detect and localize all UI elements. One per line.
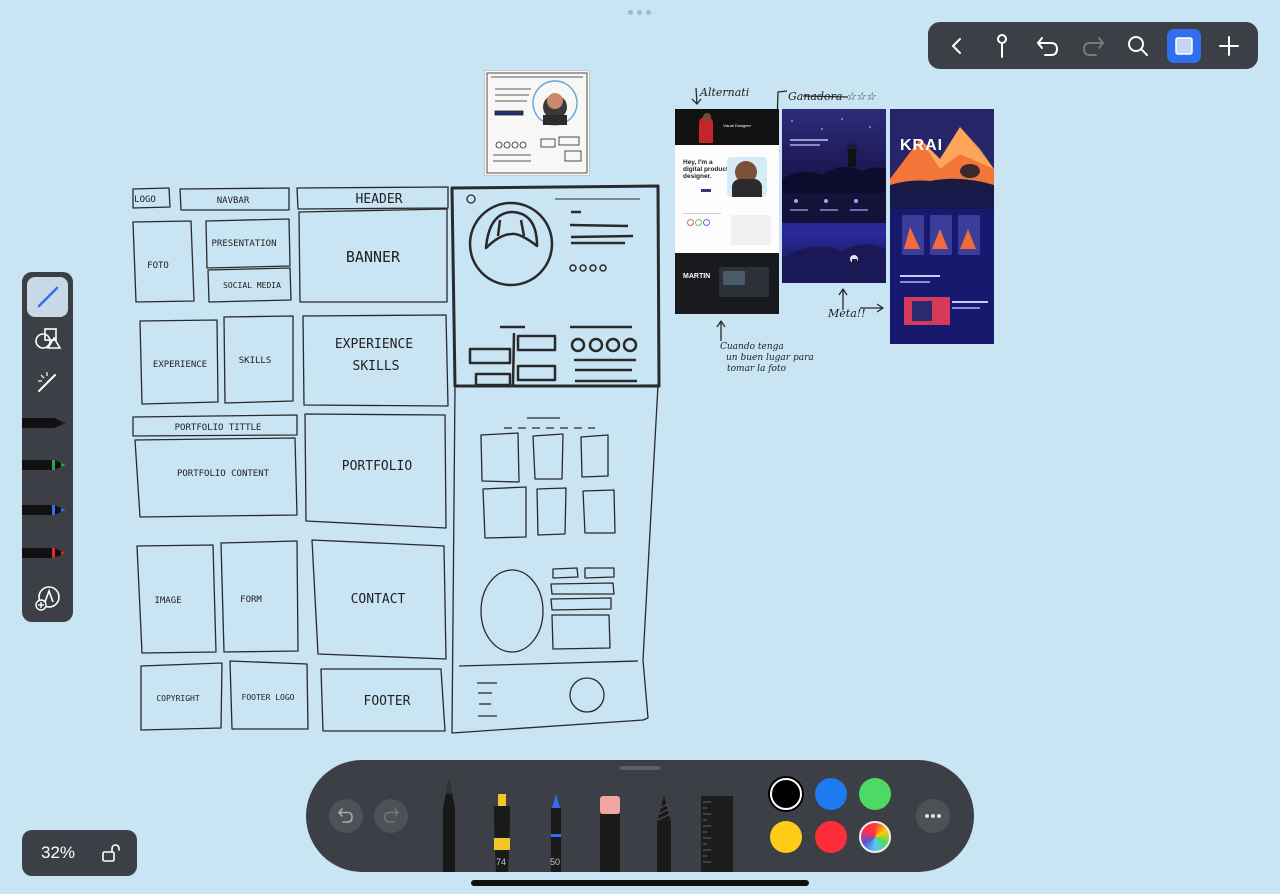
paper-sketch-thumbnail[interactable]	[485, 71, 589, 175]
color-swatch-green[interactable]	[859, 778, 891, 810]
add-icon[interactable]	[1212, 29, 1246, 63]
ref1-heading: Hey, I'm a digital product designer.	[683, 159, 729, 180]
note-ganadora: Ganadora ☆☆☆	[788, 90, 877, 103]
add-tool-icon[interactable]	[27, 578, 68, 618]
wf-expskills-label-2: SKILLS	[353, 359, 400, 374]
toolbar-grabber[interactable]	[620, 766, 660, 770]
back-icon[interactable]	[940, 29, 974, 63]
wf-header-label: HEADER	[356, 192, 403, 207]
note-cuando-2: un buen lugar para	[726, 353, 814, 363]
wf-contact-label: CONTACT	[351, 592, 406, 607]
ref1-bottom-title: MARTIN	[683, 273, 711, 280]
color-swatch-red[interactable]	[815, 821, 847, 853]
wf-image-label: IMAGE	[154, 596, 181, 606]
zoom-control[interactable]: 32%	[22, 830, 137, 876]
wf-copyright-label: COPYRIGHT	[156, 694, 200, 703]
wf-expskills-label-1: EXPERIENCE	[335, 337, 413, 352]
wf-form-label: FORM	[240, 595, 262, 605]
wf-skills-label: SKILLS	[239, 356, 272, 366]
tool-palette	[22, 272, 73, 622]
color-swatch-yellow[interactable]	[770, 821, 802, 853]
wf-portfolio-content-label: PORTFOLIO CONTENT	[177, 469, 270, 479]
mock-page-outline	[451, 384, 659, 734]
color-swatch-blue[interactable]	[815, 778, 847, 810]
toolbar-redo-icon[interactable]	[374, 799, 408, 833]
wf-portfolio-label: PORTFOLIO	[342, 459, 413, 474]
wf-portfolio-title-label: PORTFOLIO TITTLE	[175, 423, 262, 433]
wf-logo-label: LOGO	[134, 195, 156, 205]
red-pen-icon[interactable]	[22, 546, 68, 560]
zoom-level[interactable]: 32%	[41, 843, 101, 863]
wf-foto-label: FOTO	[147, 261, 169, 271]
note-alternativa: Alternati	[699, 86, 749, 99]
canvas-select-icon[interactable]	[1166, 28, 1201, 63]
lock-open-icon[interactable]	[101, 843, 121, 863]
reference-image-ganadora[interactable]	[782, 109, 886, 283]
search-icon[interactable]	[1121, 29, 1155, 63]
undo-icon[interactable]	[1031, 29, 1065, 63]
wf-experience-label: EXPERIENCE	[153, 360, 207, 370]
home-indicator[interactable]	[471, 880, 809, 886]
arrow-cuando	[716, 320, 726, 341]
wf-presentation-label: PRESENTATION	[211, 239, 276, 249]
wf-banner-label: BANNER	[346, 248, 401, 266]
wf-navbar-label: NAVBAR	[217, 196, 250, 206]
ref1-top-title: Visual Designer	[723, 123, 751, 128]
redo-icon[interactable]	[1076, 29, 1110, 63]
eraser-tool-icon[interactable]	[598, 796, 622, 872]
note-meta: Meta!!	[827, 307, 866, 320]
top-toolbar	[928, 22, 1258, 69]
pencil-tool-icon[interactable]	[27, 277, 68, 317]
ruler-tool-icon[interactable]	[701, 796, 733, 872]
mock-hero-box	[450, 184, 661, 388]
wf-footer-logo-label: FOOTER LOGO	[242, 693, 295, 702]
reference-image-alternativa[interactable]: Visual Designer Hey, I'm a digital produ…	[675, 109, 779, 314]
note-cuando-1: Cuando tenga	[720, 342, 784, 352]
pen-size-label: 50	[550, 857, 561, 867]
reference-image-meta[interactable]: KRAI	[890, 109, 994, 344]
shapes-tool-icon[interactable]	[27, 319, 68, 359]
fountain-pen-tool-icon[interactable]	[437, 778, 461, 872]
pin-icon[interactable]	[985, 29, 1019, 63]
lasso-tool-icon[interactable]	[652, 796, 676, 872]
color-swatch-black[interactable]	[770, 778, 802, 810]
color-picker-wheel-icon[interactable]	[859, 821, 891, 853]
wf-social-label: SOCIAL MEDIA	[223, 281, 281, 290]
more-options-icon[interactable]	[916, 799, 950, 833]
green-pen-icon[interactable]	[22, 458, 68, 472]
ref3-title: KRAI	[900, 137, 944, 154]
toolbar-undo-icon[interactable]	[329, 799, 363, 833]
black-pen-icon[interactable]	[22, 416, 68, 430]
magic-wand-icon[interactable]	[27, 362, 68, 402]
note-cuando-3: tomar la foto	[727, 364, 787, 374]
marker-size-label: 74	[496, 857, 507, 867]
blue-pen-icon[interactable]	[22, 503, 68, 517]
wf-footer-label: FOOTER	[364, 694, 411, 709]
